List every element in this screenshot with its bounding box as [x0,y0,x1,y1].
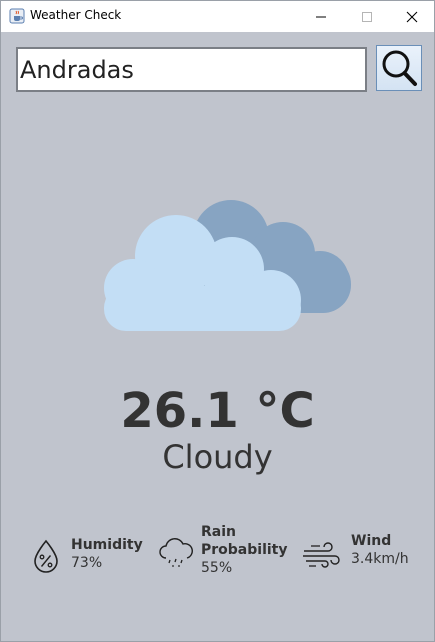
search-button[interactable] [376,45,422,91]
rain-title-line2: Probability [201,542,288,558]
minimize-icon [316,16,326,17]
temperature-label: 26.1 °C [120,383,315,439]
city-search-input[interactable] [16,47,367,92]
wind-speed-value: 3.4km/h [351,551,409,567]
close-button[interactable] [389,1,435,32]
rain-probability-value: 55% [201,560,233,576]
humidity-icon [34,539,58,573]
maximize-button[interactable] [344,1,390,32]
rain-title-line1: Rain [201,524,236,540]
rain-cloud-icon [159,538,193,567]
cloudy-icon [104,200,351,331]
search-icon [382,50,417,86]
maximize-icon [362,11,372,22]
minimize-button[interactable] [298,1,344,32]
weather-condition-label: Cloudy [162,438,273,476]
java-cup-icon [9,8,25,24]
close-icon [406,11,418,22]
humidity-value: 73% [71,555,103,571]
wind-title: Wind [351,533,392,549]
weather-check-window: Weather Check Andradas 26.1 °C Cloudy Hu… [0,0,435,642]
window-title: Weather Check [30,8,122,22]
title-bar[interactable]: Weather Check [1,1,434,32]
wind-icon [303,542,340,568]
humidity-title: Humidity [71,537,143,553]
